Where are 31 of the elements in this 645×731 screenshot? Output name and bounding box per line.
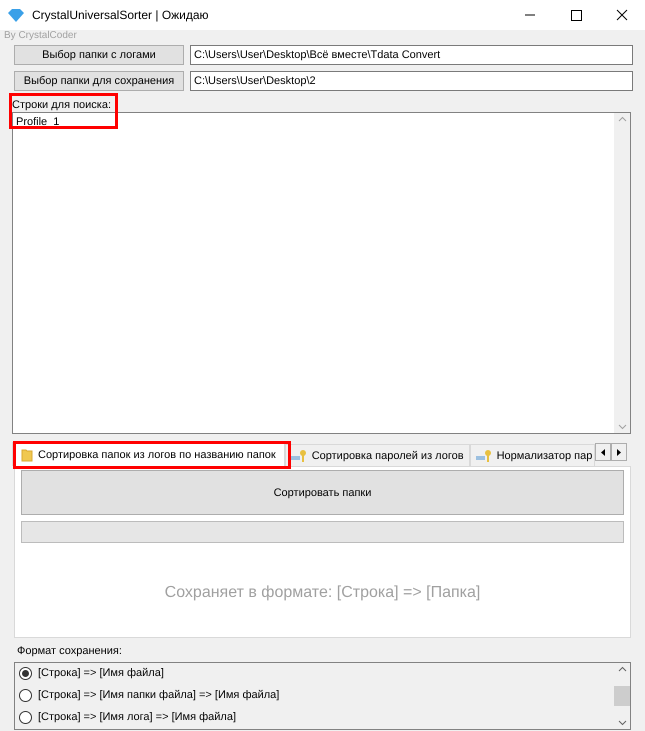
radio-button[interactable] — [19, 666, 32, 680]
tab[interactable]: Нормализатор пар — [470, 444, 596, 466]
caret-right-icon — [617, 448, 622, 456]
search-field[interactable]: Profile_1 — [12, 112, 631, 434]
format-label: Формат сохранения: — [17, 645, 122, 657]
path-field[interactable]: C:\Users\User\Desktop\2 — [190, 71, 633, 91]
caret-left-icon — [601, 448, 606, 456]
window-title: CrystalUniversalSorter | Ожидаю — [32, 8, 209, 22]
folder-button[interactable]: Выбор папки для сохранения — [14, 71, 184, 91]
sort-button[interactable]: Сортировать папки — [21, 470, 624, 515]
tab[interactable]: Сортировка папок из логов по названию папок — [12, 442, 285, 466]
diamond-icon — [8, 8, 24, 22]
folder-icon — [21, 448, 33, 462]
credit-text: By CrystalCoder — [4, 30, 77, 41]
caret-up-icon[interactable] — [618, 666, 626, 672]
key-icon — [476, 448, 492, 462]
search-label: Строки для поиска: — [12, 99, 112, 111]
radio-button[interactable] — [19, 710, 32, 724]
option-label[interactable]: [Строка] => [Имя файла] — [38, 666, 164, 680]
path-field[interactable]: C:\Users\User\Desktop\Всё вместе\Tdata Convert — [190, 45, 633, 65]
scroll-right-button[interactable] — [611, 443, 628, 461]
radio-button[interactable] — [19, 688, 32, 702]
option-label[interactable]: [Строка] => [Имя лога] => [Имя файла] — [38, 710, 236, 724]
tab[interactable]: Сортировка паролей из логов — [284, 444, 470, 466]
scroll-left-button[interactable] — [595, 443, 612, 461]
scroll-thumb[interactable] — [614, 686, 630, 706]
key-icon — [290, 448, 307, 462]
caret-down-icon[interactable] — [618, 720, 626, 726]
format-hint: Сохраняет в формате: [Строка] => [Папка] — [164, 586, 480, 600]
folder-button[interactable]: Выбор папки с логами — [14, 45, 184, 65]
option-label[interactable]: [Строка] => [Имя папки файла] => [Имя файла] — [38, 688, 280, 702]
